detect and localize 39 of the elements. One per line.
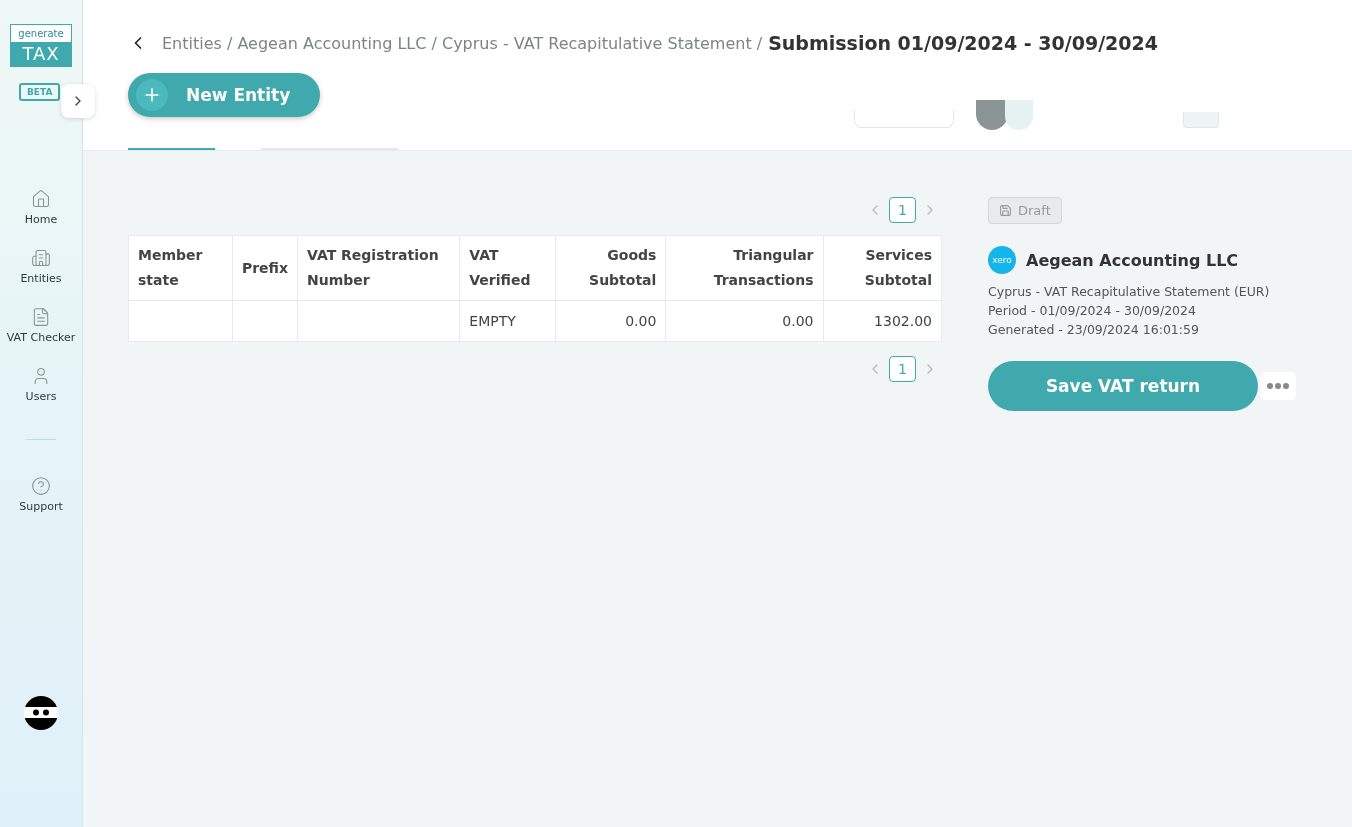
plus-icon (136, 79, 168, 111)
expand-sidebar-button[interactable] (61, 84, 95, 118)
dropdown[interactable] (854, 110, 954, 128)
buildings-icon (31, 248, 51, 268)
nav-item[interactable]: Entities (6, 248, 76, 285)
nav-item[interactable]: Home (6, 189, 76, 226)
page-title: Submission 01/09/2024 - 30/09/2024 (768, 32, 1158, 54)
breadcrumb-path: Entities / Aegean Accounting LLC / Cyprus - VAT Recapitulative Statement / (162, 33, 763, 53)
more-options-button[interactable] (1260, 372, 1296, 400)
avatar (1005, 100, 1033, 130)
column-header: Goods Subtotal (555, 235, 666, 301)
beta-badge: BETA (19, 83, 61, 101)
column-header: Member state (128, 235, 233, 301)
column-header: VAT Registration Number (297, 235, 460, 301)
logo: generate TAX (10, 24, 72, 67)
column-header: Triangular Transactions (665, 235, 823, 301)
home-icon (31, 189, 51, 209)
detail-text: Period - 01/09/2024 - 30/09/2024 (988, 303, 1197, 318)
table-cell (232, 300, 298, 342)
detail-text: Cyprus - VAT Recapitulative Statement (EUR) (988, 284, 1271, 299)
toolbar-button[interactable] (1183, 112, 1219, 128)
dots-icon (1267, 383, 1289, 389)
entity-name: Aegean Accounting LLC (1026, 250, 1239, 270)
table-cell: 0.00 (665, 300, 823, 342)
table-cell: 0.00 (555, 300, 666, 342)
document-icon (31, 307, 51, 327)
draft-status-badge: Draft (988, 197, 1062, 224)
table-cell: EMPTY (459, 300, 556, 342)
help-icon (31, 476, 51, 496)
nav-item[interactable]: Users (6, 366, 76, 403)
column-header: Prefix (232, 235, 298, 301)
column-header: Services Subtotal (823, 235, 942, 301)
accounting-logo: xero (988, 246, 1016, 274)
nav-item[interactable]: Support (6, 476, 76, 513)
user-avatar-icon[interactable] (23, 695, 59, 731)
nav-item[interactable]: VAT Checker (6, 307, 76, 344)
table-cell: 1302.00 (823, 300, 942, 342)
detail-text: Generated - 23/09/2024 16:01:59 (988, 322, 1200, 337)
column-header: VAT Verified (459, 235, 556, 301)
